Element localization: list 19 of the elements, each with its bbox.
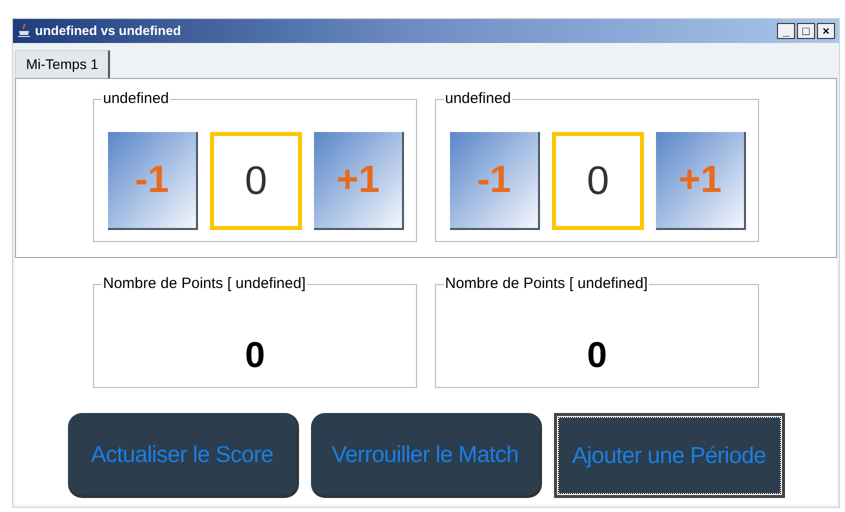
minimize-button[interactable]: _ <box>777 23 795 39</box>
plus-button[interactable]: +1 <box>314 132 404 230</box>
action-button[interactable]: Actualiser le Score <box>68 413 298 498</box>
points-value: 0 <box>586 335 608 375</box>
score-display: 0 <box>210 132 302 230</box>
points-value: 0 <box>244 335 266 375</box>
action-button[interactable]: Ajouter une Période <box>554 413 784 498</box>
score-display: 0 <box>552 132 644 230</box>
maximize-button[interactable]: □ <box>797 23 815 39</box>
cup-icon <box>17 23 31 39</box>
window-title: undefined vs undefined <box>35 22 181 40</box>
action-button[interactable]: Verrouiller le Match <box>310 413 542 498</box>
tab[interactable]: Mi-Temps 1 <box>15 50 110 78</box>
minus-button[interactable]: -1 <box>108 132 198 230</box>
group-label: Nombre de Points [ undefined] <box>102 275 307 293</box>
minus-button[interactable]: -1 <box>450 132 540 230</box>
group-label: Nombre de Points [ undefined] <box>444 275 649 293</box>
close-button[interactable]: × <box>817 23 835 39</box>
plus-button[interactable]: +1 <box>656 132 746 230</box>
